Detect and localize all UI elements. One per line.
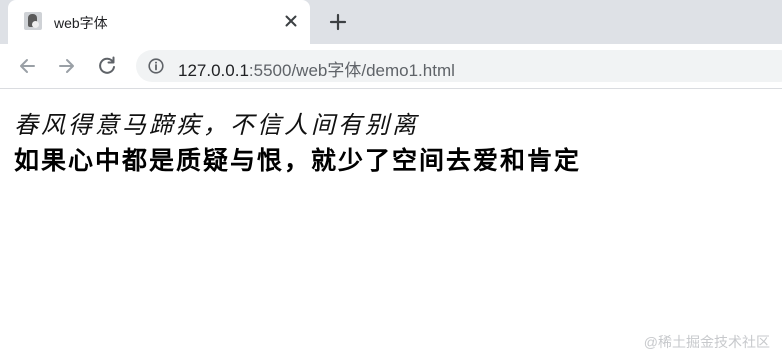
plus-icon[interactable]: [324, 8, 352, 36]
quote-line: 如果心中都是质疑与恨，就少了空间去爱和肯定: [14, 146, 582, 175]
close-icon[interactable]: [280, 10, 302, 32]
watermark: @稀土掘金技术社区: [643, 334, 770, 350]
info-icon[interactable]: [148, 58, 164, 74]
tab-strip: web字体: [0, 0, 782, 44]
tab-title: web字体: [54, 15, 108, 31]
url-path: :5500/web字体/demo1.html: [248, 61, 455, 80]
url-host: 127.0.0.1: [178, 61, 249, 80]
arrow-left-icon[interactable]: [12, 51, 42, 81]
favicon-icon: [24, 12, 42, 30]
page-content: 春风得意马蹄疾，不信人间有别离 如果心中都是质疑与恨，就少了空间去爱和肯定 @稀…: [0, 89, 782, 358]
browser-toolbar: 127.0.0.1:5500/web字体/demo1.html: [0, 44, 782, 89]
address-bar[interactable]: 127.0.0.1:5500/web字体/demo1.html: [136, 50, 782, 82]
url-text[interactable]: 127.0.0.1:5500/web字体/demo1.html: [178, 56, 455, 81]
arrow-right-icon[interactable]: [52, 51, 82, 81]
reload-icon[interactable]: [92, 51, 122, 81]
poem-line: 春风得意马蹄疾，不信人间有别离: [14, 111, 419, 139]
browser-tab[interactable]: web字体: [8, 0, 310, 44]
